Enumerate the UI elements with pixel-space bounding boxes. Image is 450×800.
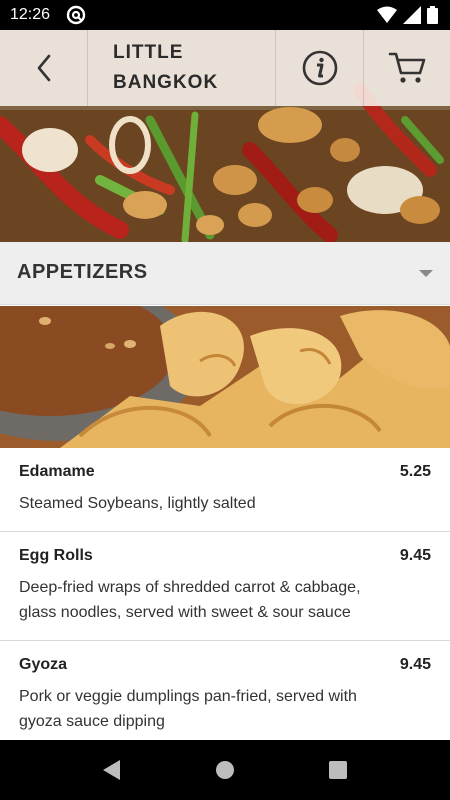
menu-item[interactable]: Edamame 5.25 Steamed Soybeans, lightly s… — [0, 448, 450, 532]
home-circle-icon[interactable] — [213, 758, 237, 782]
menu-item-price: 5.25 — [399, 463, 431, 480]
category-title: APPETIZERS — [17, 261, 148, 283]
restaurant-title-area: LITTLE BANGKOK — [88, 30, 276, 106]
menu-item-name: Edamame — [19, 463, 95, 480]
category-header[interactable]: APPETIZERS — [0, 242, 450, 305]
wifi-icon — [377, 6, 397, 23]
chevron-left-icon — [37, 54, 50, 82]
restaurant-title: LITTLE BANGKOK — [113, 42, 219, 93]
status-time: 12:26 — [10, 6, 51, 23]
menu-item-name: Egg Rolls — [19, 547, 93, 564]
signal-icon — [403, 6, 421, 24]
menu-item-price: 9.45 — [399, 547, 431, 564]
cart-icon — [388, 52, 426, 83]
system-nav-bar — [0, 740, 450, 800]
cart-button[interactable] — [364, 30, 450, 106]
recents-square-icon[interactable] — [326, 758, 350, 782]
status-bar: 12:26 — [0, 0, 450, 30]
info-icon — [302, 50, 337, 86]
menu-item-description: Steamed Soybeans, lightly salted — [19, 495, 256, 512]
info-button[interactable] — [276, 30, 364, 106]
back-button[interactable] — [0, 30, 88, 106]
menu-items-list: Edamame 5.25 Steamed Soybeans, lightly s… — [0, 448, 450, 740]
battery-icon — [427, 6, 438, 24]
back-triangle-icon[interactable] — [100, 758, 124, 782]
menu-item-name: Gyoza — [19, 656, 68, 673]
caret-down-icon — [419, 270, 433, 277]
header-bar: LITTLE BANGKOK — [0, 30, 450, 106]
menu-item-price: 9.45 — [399, 656, 431, 673]
app-screen: LITTLE BANGKOK APPETIZERS Edamame 5.25 S… — [0, 30, 450, 740]
menu-item-description: Deep-fried wraps of shredded carrot & ca… — [19, 579, 361, 621]
menu-item[interactable]: Egg Rolls 9.45 Deep-fried wraps of shred… — [0, 532, 450, 641]
category-image — [0, 306, 450, 448]
menu-item[interactable]: Gyoza 9.45 Pork or veggie dumplings pan-… — [0, 641, 450, 740]
at-sign-icon — [66, 5, 86, 25]
menu-item-description: Pork or veggie dumplings pan-fried, serv… — [19, 688, 357, 730]
